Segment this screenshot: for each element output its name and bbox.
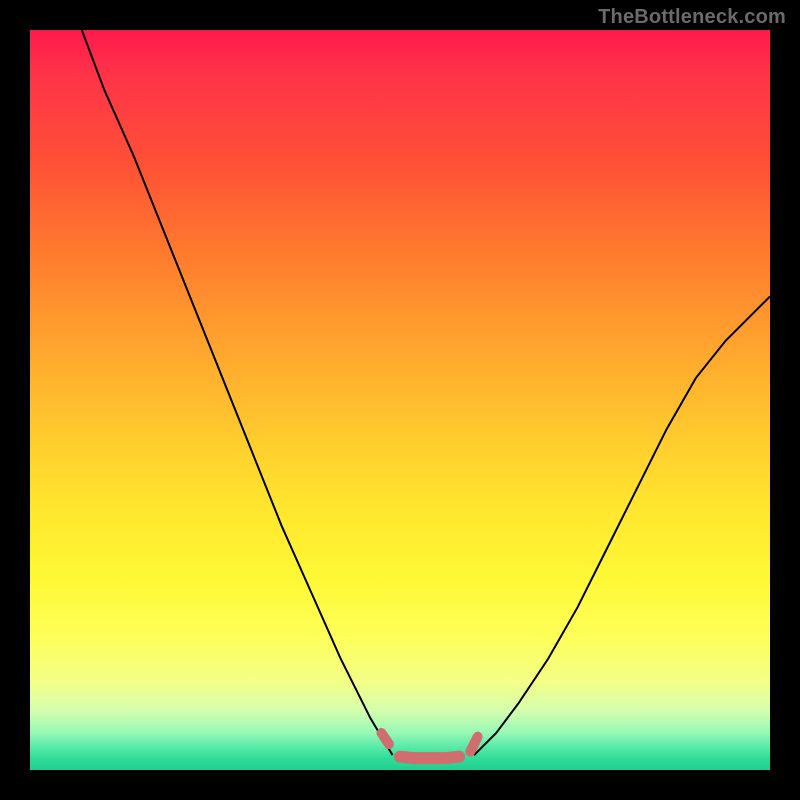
series-valley-marker-right-dot [470,737,477,752]
plot-area [30,30,770,770]
watermark-text: TheBottleneck.com [598,6,786,29]
chart-svg [30,30,770,770]
series-right-arm [474,296,770,755]
series-valley-marker-floor [400,757,459,758]
series-left-arm [82,30,393,755]
series-valley-marker-left-dot [382,733,389,744]
outer-frame: TheBottleneck.com [0,0,800,800]
